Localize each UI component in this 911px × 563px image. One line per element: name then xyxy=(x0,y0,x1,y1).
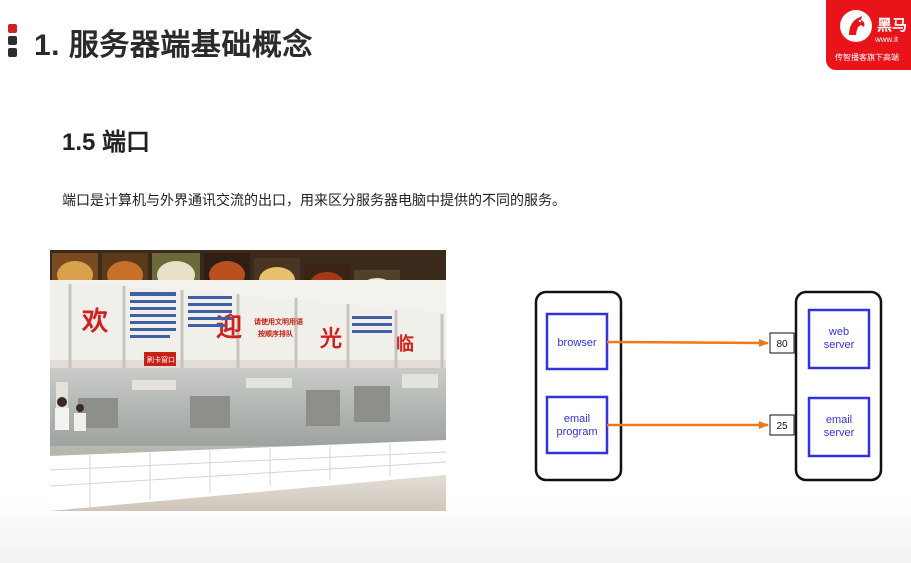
email-program-box xyxy=(545,395,609,455)
svg-text:欢: 欢 xyxy=(81,307,109,337)
page-title: 1. 服务器端基础概念 xyxy=(34,29,313,62)
port-diagram: browser email program web server email serv… xyxy=(525,282,905,492)
title-marker-icon xyxy=(8,24,18,62)
logo-url-text: www.it xyxy=(875,35,899,44)
horse-logo-icon xyxy=(840,10,872,42)
svg-text:请使用文明用语: 请使用文明用语 xyxy=(254,317,303,326)
section-title: 1.5 端口 xyxy=(62,129,151,156)
browser-label: browser xyxy=(557,337,596,349)
brand-logo: 黑马 www.it 传智播客旗下高端 xyxy=(826,0,911,70)
port-25-label: 25 xyxy=(776,421,788,432)
browser-to-web-arrow xyxy=(606,338,769,347)
section-description: 端口是计算机与外界通讯交流的出口，用来区分服务器电脑中提供的不同的服务。 xyxy=(62,192,566,208)
svg-text:刷卡窗口: 刷卡窗口 xyxy=(147,355,175,364)
svg-text:迎: 迎 xyxy=(216,312,242,343)
svg-text:临: 临 xyxy=(396,333,414,355)
svg-text:按顺序排队: 按顺序排队 xyxy=(258,329,294,338)
logo-slogan-text: 传智播客旗下高端 xyxy=(835,53,899,62)
email-server-label: email server xyxy=(824,414,855,439)
logo-brand-text: 黑马 xyxy=(877,17,908,34)
canteen-windows-photo: 欢 迎 光 临 请使用文明用语 按顺序排队 刷卡窗口 xyxy=(50,250,446,511)
svg-text:光: 光 xyxy=(319,326,342,352)
port-80-label: 80 xyxy=(776,339,788,350)
